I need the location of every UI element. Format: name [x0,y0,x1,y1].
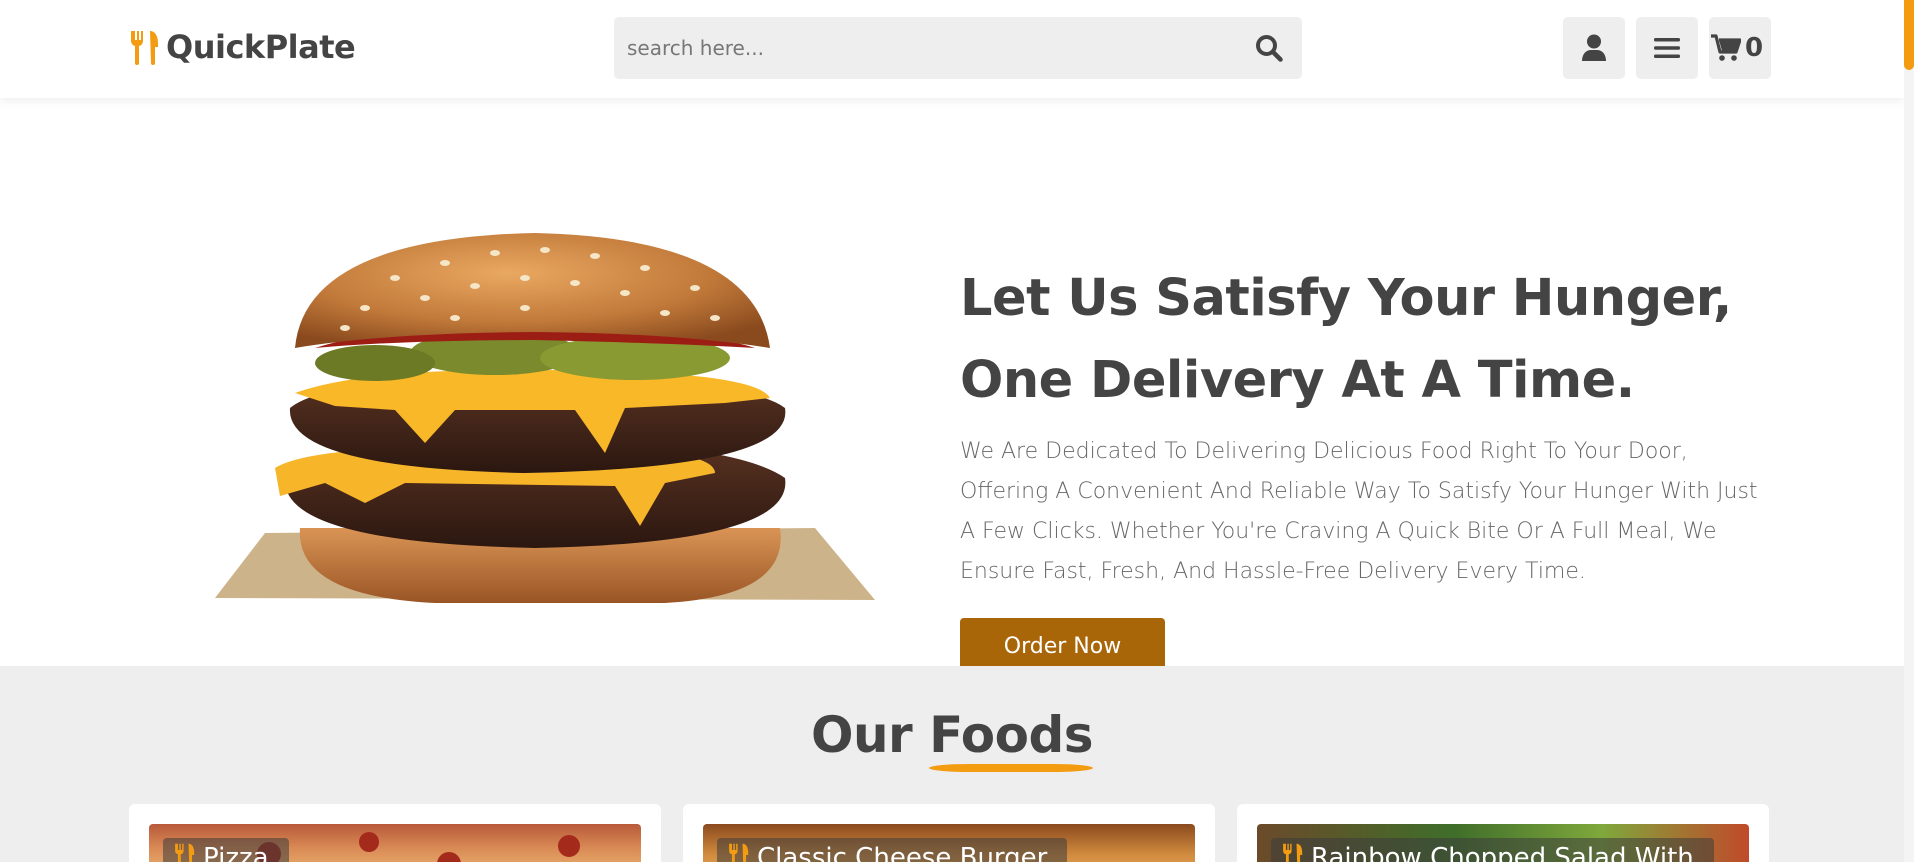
user-icon [1582,34,1606,61]
brand-name: QuickPlate [166,28,356,66]
menu-button[interactable] [1636,17,1698,79]
utensils-icon [727,842,751,862]
food-name: Pizza [203,843,269,862]
food-name: Classic Cheese Burger [757,843,1048,862]
hero-title: Let Us Satisfy Your Hunger, One Delivery… [960,258,1780,422]
foods-section: Our Foods Pizza Classic Cheese Burger Ra… [0,666,1904,862]
section-title-accent: Foods [929,706,1094,772]
scrollbar-track[interactable] [1904,0,1914,862]
search-input[interactable] [614,17,1236,79]
food-label: Pizza [163,838,289,862]
burger-image [215,233,875,603]
utensils-icon [130,31,158,65]
cart-count: 0 [1745,33,1764,63]
food-card[interactable]: Pizza [129,804,661,862]
utensils-icon [173,842,197,862]
hero-title-line1: Let Us Satisfy Your Hunger, [960,269,1732,328]
section-title-plain: Our [810,706,913,764]
food-image: Rainbow Chopped Salad With [1257,824,1749,862]
food-label: Rainbow Chopped Salad With [1271,838,1714,862]
search-icon [1256,35,1283,62]
user-button[interactable] [1563,17,1625,79]
search-button[interactable] [1236,17,1302,79]
hero-description: We Are Dedicated To Delivering Delicious… [960,439,1758,584]
scrollbar-thumb[interactable] [1904,0,1914,70]
cart-button[interactable]: 0 [1709,17,1771,79]
food-card[interactable]: Classic Cheese Burger [683,804,1215,862]
hero-title-line2: One Delivery At A Time. [960,351,1635,410]
section-title: Our Foods [0,706,1904,772]
brand-logo[interactable]: QuickPlate [128,27,356,67]
site-header: QuickPlate 0 [0,0,1904,98]
bars-icon [1654,38,1680,58]
food-name: Rainbow Chopped Salad With [1311,843,1694,862]
food-image: Classic Cheese Burger [703,824,1195,862]
food-card[interactable]: Rainbow Chopped Salad With [1237,804,1769,862]
hero-section: Let Us Satisfy Your Hunger, One Delivery… [0,98,1904,675]
food-label: Classic Cheese Burger [717,838,1068,862]
food-image: Pizza [149,824,641,862]
utensils-icon [1281,842,1305,862]
cart-icon [1711,34,1741,61]
search-form [614,17,1302,79]
